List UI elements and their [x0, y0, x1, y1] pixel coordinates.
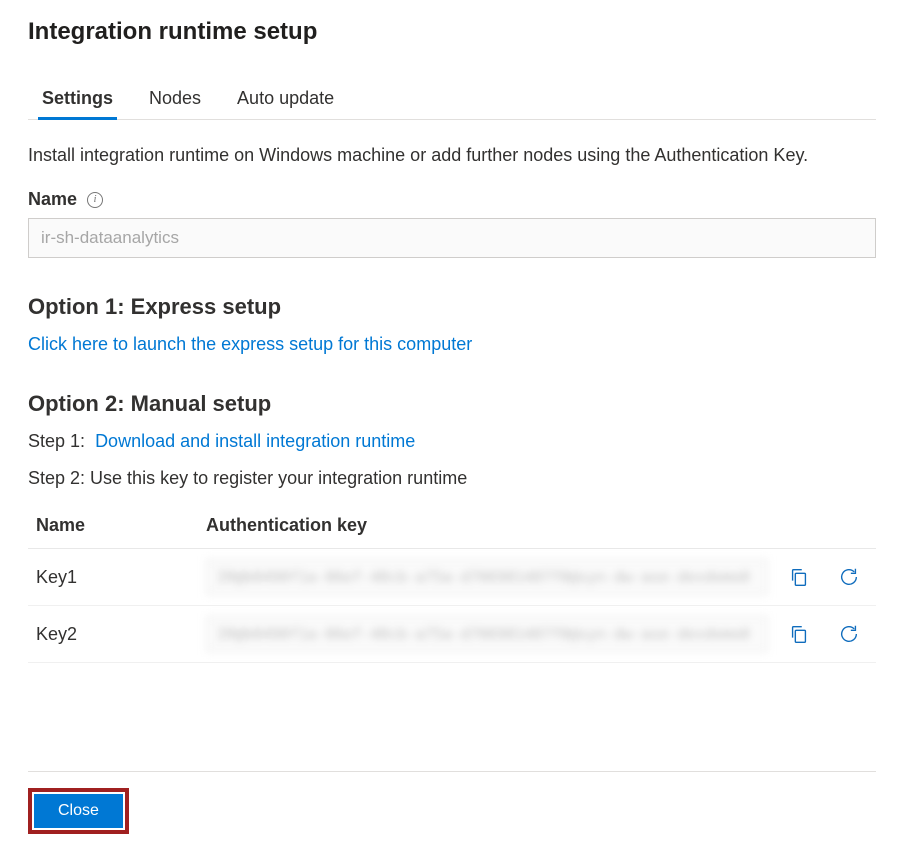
info-icon[interactable]: i	[87, 192, 103, 208]
copy-icon[interactable]	[784, 619, 814, 649]
col-authkey: Authentication key	[198, 505, 776, 549]
key-value: IR@b0490f1a-06ef-40cb-a75a-d706981407f0@…	[206, 559, 768, 595]
download-ir-link[interactable]: Download and install integration runtime	[95, 431, 415, 451]
page-title: Integration runtime setup	[28, 18, 876, 46]
step2-line: Step 2: Use this key to register your in…	[28, 468, 876, 489]
copy-icon[interactable]	[784, 562, 814, 592]
express-setup-link[interactable]: Click here to launch the express setup f…	[28, 334, 472, 354]
tabs: Settings Nodes Auto update	[28, 80, 876, 120]
tab-auto-update[interactable]: Auto update	[237, 80, 334, 119]
close-button[interactable]: Close	[34, 794, 123, 828]
tab-settings[interactable]: Settings	[42, 80, 113, 119]
close-button-highlight: Close	[28, 788, 129, 834]
option1-heading: Option 1: Express setup	[28, 294, 876, 320]
col-name: Name	[28, 505, 198, 549]
key-value: IR@b0490f1a-06ef-40cb-a75a-d706981407f0@…	[206, 616, 768, 652]
key-name: Key2	[28, 606, 198, 663]
name-field-label-row: Name i	[28, 189, 876, 210]
refresh-icon[interactable]	[834, 562, 864, 592]
description-text: Install integration runtime on Windows m…	[28, 142, 876, 169]
tab-nodes[interactable]: Nodes	[149, 80, 201, 119]
option2-heading: Option 2: Manual setup	[28, 391, 876, 417]
keys-table: Name Authentication key Key1 IR@b0490f1a…	[28, 505, 876, 663]
footer: Close	[28, 771, 876, 834]
table-row: Key1 IR@b0490f1a-06ef-40cb-a75a-d7069814…	[28, 549, 876, 606]
step1-label: Step 1:	[28, 431, 85, 451]
step1-line: Step 1: Download and install integration…	[28, 431, 876, 452]
col-copy	[776, 505, 826, 549]
key-name: Key1	[28, 549, 198, 606]
name-label: Name	[28, 189, 77, 210]
col-regen	[826, 505, 876, 549]
panel-root: Integration runtime setup Settings Nodes…	[0, 0, 904, 852]
table-row: Key2 IR@b0490f1a-06ef-40cb-a75a-d7069814…	[28, 606, 876, 663]
refresh-icon[interactable]	[834, 619, 864, 649]
name-input[interactable]	[28, 218, 876, 258]
